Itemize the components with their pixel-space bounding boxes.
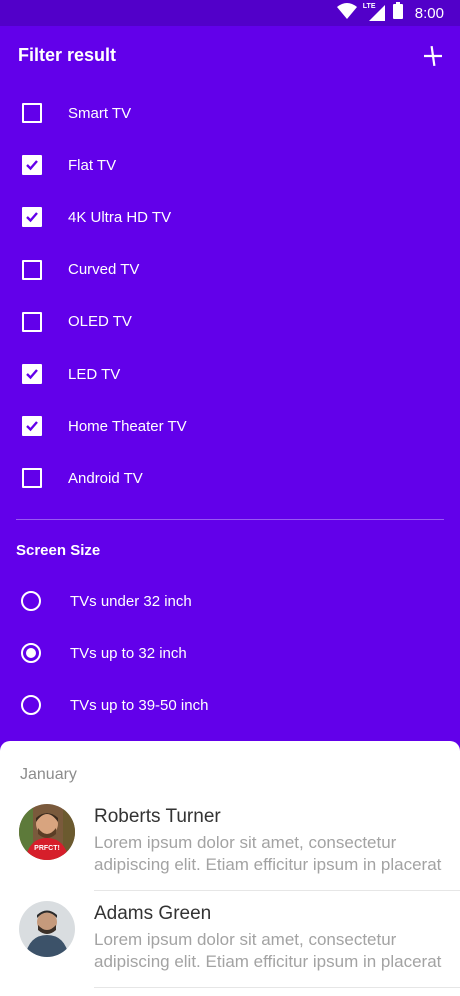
divider <box>16 519 444 520</box>
sheet-header: January <box>20 766 77 783</box>
filter-item[interactable]: OLED TV <box>0 296 460 348</box>
item-name: Roberts Turner <box>94 806 221 827</box>
item-line-1: Lorem ipsum dolor sit amet, consectetur <box>94 833 397 852</box>
radio-button[interactable] <box>21 695 41 715</box>
checkbox[interactable] <box>22 259 42 280</box>
filter-label: Android TV <box>68 469 143 487</box>
check-icon <box>26 212 38 223</box>
filter-item[interactable]: Smart TV <box>0 87 460 139</box>
filter-item[interactable]: LED TV <box>0 348 460 400</box>
item-line-1: Lorem ipsum dolor sit amet, consectetur <box>94 930 397 949</box>
filter-label: Smart TV <box>68 104 132 122</box>
checkbox[interactable] <box>22 103 42 124</box>
list-item[interactable]: Adams Green Lorem ipsum dolor sit amet, … <box>0 901 460 996</box>
radio-label: TVs under 32 inch <box>70 592 192 610</box>
radio-button[interactable] <box>21 591 41 611</box>
lte-signal-icon: LTE <box>362 3 385 21</box>
filter-label: Home Theater TV <box>68 417 187 435</box>
avatar: PRFCT! <box>19 804 75 860</box>
radio-option[interactable]: TVs under 32 inch <box>0 575 460 627</box>
checkbox[interactable] <box>22 468 42 489</box>
list-item[interactable]: PRFCT! Roberts Turner Lorem ipsum dolor … <box>0 804 460 900</box>
avatar-badge-text: PRFCT! <box>34 845 60 852</box>
filter-item[interactable]: Curved TV <box>0 244 460 296</box>
filter-item[interactable]: Flat TV <box>0 139 460 191</box>
bottom-sheet: January PRFCT! Roberts Turner Lorem ipsu… <box>0 741 460 996</box>
avatar <box>19 901 75 957</box>
status-bar: LTE 8:00 <box>0 0 460 26</box>
list-divider <box>94 987 460 988</box>
radio-label: TVs up to 32 inch <box>70 644 187 662</box>
screen-size-options: TVs under 32 inch TVs up to 32 inch TVs … <box>0 575 460 731</box>
list-divider <box>94 890 460 891</box>
checkbox[interactable] <box>22 311 42 332</box>
filter-label: Flat TV <box>68 156 117 174</box>
filter-label: LED TV <box>68 365 121 383</box>
item-line-2: adipiscing elit. Etiam efficitur ipsum i… <box>94 952 442 971</box>
radio-label: TVs up to 39-50 inch <box>70 696 209 714</box>
filter-item[interactable]: Home Theater TV <box>0 400 460 452</box>
checkbox[interactable] <box>22 364 42 385</box>
check-icon <box>26 160 38 171</box>
page-title: Filter result <box>18 45 117 65</box>
filter-list: Smart TV Flat TV 4K Ultra HD TV Curved T… <box>0 87 460 505</box>
battery-icon <box>392 2 403 24</box>
checkbox[interactable] <box>22 416 42 437</box>
check-icon <box>26 369 38 380</box>
network-type-label: LTE <box>362 3 376 10</box>
filter-label: OLED TV <box>68 313 132 331</box>
add-button[interactable] <box>420 43 446 69</box>
status-time: 8:00 <box>414 4 444 22</box>
add-icon <box>424 45 442 67</box>
status-icons: LTE 8:00 <box>336 2 444 24</box>
section-title: Screen Size <box>16 542 101 559</box>
radio-option[interactable]: TVs up to 39-50 inch <box>0 679 460 731</box>
filter-item[interactable]: Android TV <box>0 452 460 504</box>
wifi-icon <box>336 2 357 24</box>
filter-item[interactable]: 4K Ultra HD TV <box>0 191 460 243</box>
checkbox[interactable] <box>22 155 42 176</box>
check-icon <box>26 421 38 432</box>
checkbox[interactable] <box>22 207 42 228</box>
radio-button[interactable] <box>21 643 41 663</box>
filter-label: 4K Ultra HD TV <box>68 208 172 226</box>
app-header: Filter result <box>0 26 460 86</box>
item-name: Adams Green <box>94 903 212 924</box>
radio-option[interactable]: TVs up to 32 inch <box>0 627 460 679</box>
filter-label: Curved TV <box>68 261 140 279</box>
item-line-2: adipiscing elit. Etiam efficitur ipsum i… <box>94 855 442 874</box>
